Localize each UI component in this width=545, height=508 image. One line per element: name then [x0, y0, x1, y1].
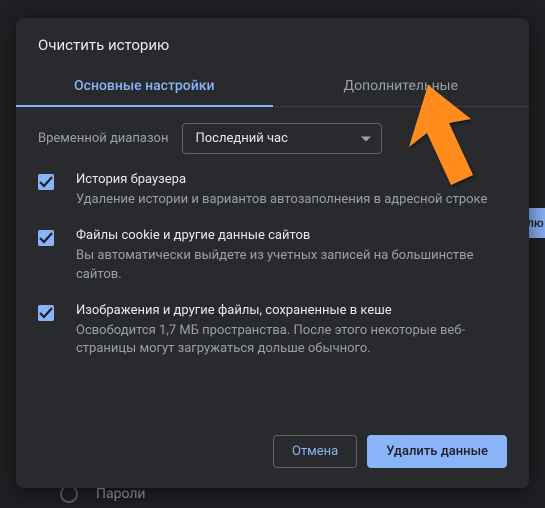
timerange-select[interactable]: Последний час	[182, 123, 382, 154]
option-desc: Удаление истории и вариантов автозаполне…	[76, 191, 507, 210]
confirm-button[interactable]: Удалить данные	[367, 435, 507, 468]
dialog-title: Очистить историю	[16, 18, 529, 68]
option-title: Изображения и другие файлы, сохраненные …	[76, 303, 507, 318]
timerange-label: Временной диапазон	[38, 131, 168, 146]
settings-row-label: Пароли	[96, 486, 146, 502]
checkbox-cookies[interactable]	[38, 230, 54, 246]
option-cached-images: Изображения и другие файлы, сохраненные …	[38, 303, 507, 360]
timerange-value: Последний час	[195, 131, 287, 146]
option-title: Файлы cookie и другие данные сайтов	[76, 228, 507, 243]
option-cookies: Файлы cookie и другие данные сайтов Вы а…	[38, 228, 507, 285]
option-title: История браузера	[76, 172, 507, 187]
checkbox-browsing-history[interactable]	[38, 174, 54, 190]
tab-advanced[interactable]: Дополнительные	[273, 68, 530, 106]
option-desc: Вы автоматически выйдете из учетных запи…	[76, 247, 507, 285]
tab-basic[interactable]: Основные настройки	[16, 68, 273, 106]
tabs: Основные настройки Дополнительные	[16, 68, 529, 107]
clear-history-dialog: Очистить историю Основные настройки Допо…	[16, 18, 529, 488]
chevron-down-icon	[361, 136, 371, 141]
option-browsing-history: История браузера Удаление истории и вари…	[38, 172, 507, 210]
option-desc: Освободится 1,7 МБ пространства. После э…	[76, 322, 507, 360]
cancel-button[interactable]: Отмена	[273, 435, 357, 468]
checkbox-cached-images[interactable]	[38, 305, 54, 321]
